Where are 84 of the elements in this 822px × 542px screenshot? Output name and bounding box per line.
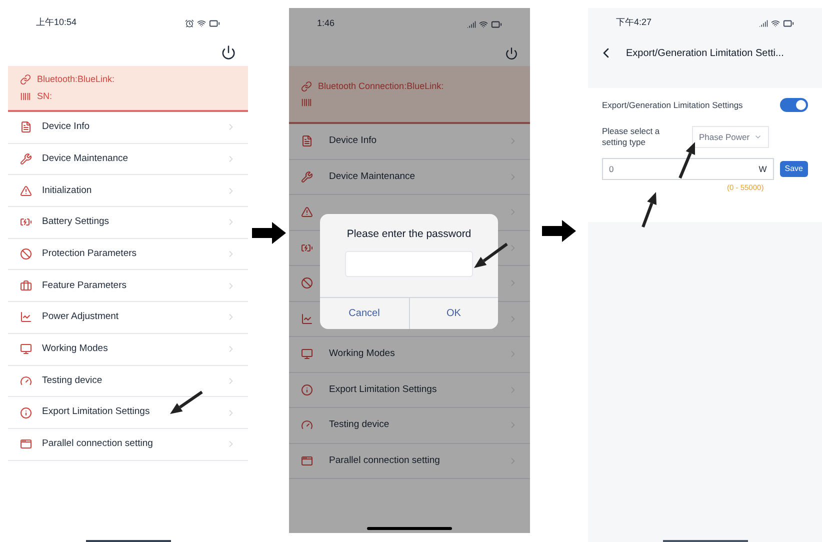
pointer-arrow <box>678 142 695 179</box>
menu-label: Protection Parameters <box>42 246 137 261</box>
menu-label: Device Info <box>329 134 377 148</box>
battery-icon <box>20 216 32 228</box>
menu-label: Testing device <box>329 418 390 432</box>
barcode-icon <box>20 91 31 102</box>
status-time: 上午10:54 <box>36 16 77 30</box>
caret-icon <box>754 133 762 141</box>
menu-label: Initialization <box>42 184 92 198</box>
menu-label: Export Limitation Settings <box>329 382 437 397</box>
battery-icon <box>491 18 502 30</box>
wifi-icon <box>771 18 780 28</box>
signal-icon <box>467 20 476 28</box>
signal-icon <box>759 18 768 28</box>
menu-item[interactable]: Export Limitation Settings <box>289 372 530 408</box>
page-title: Export/Generation Limitation Setti... <box>626 46 784 60</box>
battery-icon <box>301 242 313 254</box>
limitation-switch[interactable] <box>780 98 808 112</box>
menu-label: Device Maintenance <box>329 170 416 184</box>
status-time: 下午4:27 <box>616 16 652 30</box>
wifi-icon <box>479 20 488 28</box>
unit-label: W <box>758 162 767 176</box>
gauge-icon <box>20 374 32 387</box>
status-time: 1:46 <box>317 17 335 30</box>
password-field[interactable] <box>345 250 473 277</box>
briefcase-icon <box>20 280 32 292</box>
link-icon <box>301 81 312 92</box>
info-icon <box>20 406 32 419</box>
banner-text: Bluetooth:BlueLink: <box>37 72 115 86</box>
menu-item[interactable]: Parallel connection setting <box>289 444 530 479</box>
save-button[interactable]: Save <box>780 161 808 177</box>
ok-button[interactable]: OK <box>408 298 498 329</box>
field-value: 0 <box>609 162 615 176</box>
menu-label: Device Info <box>42 120 90 134</box>
power-input-field[interactable]: 0 W <box>602 158 774 180</box>
power-icon[interactable] <box>221 44 236 60</box>
dialog-title: Please enter the password <box>346 227 472 242</box>
chart-icon <box>20 311 32 324</box>
document-icon <box>301 135 313 148</box>
menu-label: Power Adjustment <box>42 310 119 324</box>
window-icon <box>20 438 32 450</box>
toggle-label: Export/Generation Limitation Settings <box>602 98 743 112</box>
setting-type-label: Please select a setting type <box>602 126 661 148</box>
banner-text: Bluetooth Connection:BlueLink: <box>318 80 444 93</box>
wrench-icon <box>301 170 313 183</box>
pointer-arrow <box>170 390 203 414</box>
pointer-arrow <box>642 192 656 228</box>
menu-label: Testing device <box>42 374 102 388</box>
menu-item[interactable]: Device Maintenance <box>8 144 248 176</box>
chart-icon <box>301 312 313 325</box>
banner-text: SN: <box>37 90 52 103</box>
battery-icon <box>209 18 220 28</box>
menu-label: Parallel connection setting <box>329 454 440 468</box>
menu-label: Device Maintenance <box>42 152 128 166</box>
wrench-icon <box>20 153 32 166</box>
warning-icon <box>301 206 313 218</box>
menu-label: Working Modes <box>329 347 395 362</box>
monitor-icon <box>20 343 32 356</box>
document-icon <box>20 121 32 134</box>
window-icon <box>301 454 313 467</box>
menu-label: Export Limitation Settings <box>42 405 150 420</box>
alarm-icon <box>185 18 194 28</box>
prohibited-icon <box>301 277 313 290</box>
pointer-arrow <box>474 242 508 268</box>
menu-item[interactable]: Testing device <box>8 366 248 398</box>
menu-item[interactable]: Device Maintenance <box>289 160 530 195</box>
info-icon <box>301 384 313 396</box>
menu-label: Parallel connection setting <box>42 437 153 452</box>
wifi-icon <box>197 18 206 28</box>
menu-label: Feature Parameters <box>42 278 126 293</box>
menu-label: Battery Settings <box>42 215 110 230</box>
setting-type-select[interactable]: Phase Power <box>692 126 769 148</box>
warning-icon <box>20 184 32 197</box>
barcode-icon <box>301 97 312 108</box>
battery-icon <box>783 18 794 28</box>
right-arrow-icon <box>542 220 576 242</box>
link-icon <box>20 74 31 85</box>
gauge-icon <box>301 419 313 432</box>
menu-label: Working Modes <box>42 342 108 356</box>
right-arrow-icon <box>252 222 286 244</box>
power-icon[interactable] <box>505 46 518 60</box>
monitor-icon <box>301 348 313 360</box>
prohibited-icon <box>20 248 32 260</box>
cancel-button[interactable]: Cancel <box>320 298 408 329</box>
